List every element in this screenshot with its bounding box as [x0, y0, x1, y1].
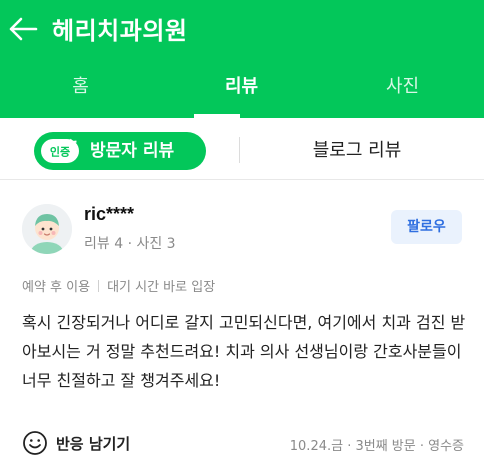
- main-tabs: 홈 리뷰 사진: [0, 58, 484, 118]
- verified-badge-text: 인증: [50, 145, 70, 159]
- review-tag: 예약 후 이용: [22, 280, 91, 295]
- visit-meta: 10.24.금 · 3번째 방문 · 영수증: [289, 439, 464, 454]
- leave-reaction-button[interactable]: 반응 남기기: [56, 433, 130, 454]
- top-bar: 헤리치과의원: [0, 0, 484, 58]
- page-title: 헤리치과의원: [52, 17, 188, 45]
- review-card: ric**** 리뷰 4 · 사진 3 팔로우 예약 후 이용 대기 시간 바로 …: [0, 180, 484, 470]
- follow-button[interactable]: 팔로우: [391, 210, 462, 244]
- review-tag: 대기 시간 바로 입장: [107, 280, 216, 295]
- review-type-tabs: 인증 방문자 리뷰 블로그 리뷰: [0, 118, 484, 180]
- tab-photos[interactable]: 사진: [322, 58, 483, 118]
- visitor-review-label: 방문자 리뷰: [90, 141, 175, 161]
- avatar[interactable]: [22, 204, 72, 254]
- review-footer: 반응 남기기 10.24.금 · 3번째 방문 · 영수증: [22, 430, 464, 458]
- avatar-face-icon: [22, 204, 72, 254]
- tag-divider: [98, 280, 100, 292]
- verified-badge-icon: 인증: [41, 138, 79, 163]
- subtab-divider: [239, 137, 240, 163]
- back-arrow-icon[interactable]: [6, 12, 40, 46]
- tab-reviews[interactable]: 리뷰: [161, 58, 322, 118]
- review-tags: 예약 후 이용 대기 시간 바로 입장: [22, 276, 215, 295]
- review-text: 혹시 긴장되거나 어디로 갈지 고민되신다면, 여기에서 치과 검진 받아보시는…: [22, 313, 466, 390]
- blog-review-tab[interactable]: 블로그 리뷰: [272, 132, 442, 170]
- tab-home[interactable]: 홈: [0, 58, 161, 118]
- app-header: 헤리치과의원 홈 리뷰 사진: [0, 0, 484, 118]
- reviewer-name[interactable]: ric****: [84, 204, 134, 225]
- smile-icon[interactable]: [22, 430, 48, 456]
- reviewer-stats: 리뷰 4 · 사진 3: [84, 236, 176, 252]
- visitor-review-tab[interactable]: 인증 방문자 리뷰: [34, 132, 206, 170]
